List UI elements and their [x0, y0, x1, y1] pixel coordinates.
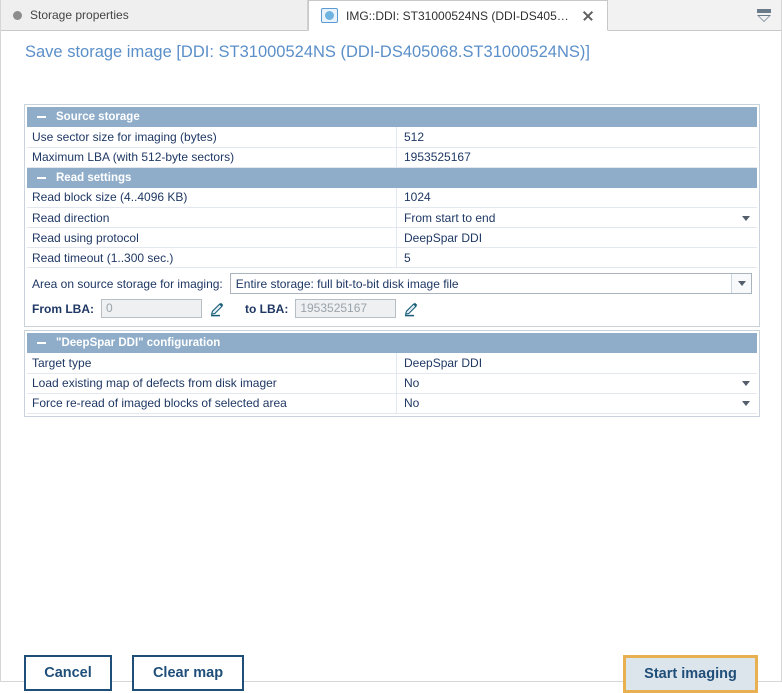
bullet-icon: [13, 10, 22, 20]
page-content: Save storage image [DDI: ST31000524NS (D…: [1, 31, 781, 693]
tab-bar: Storage properties IMG::DDI: ST31000524N…: [1, 0, 781, 31]
lba-range-row: From LBA: 0 to LBA: 1953525167: [27, 296, 757, 324]
row-value[interactable]: 1024: [396, 187, 757, 208]
row-value[interactable]: From start to end: [396, 207, 757, 228]
area-combobox-button[interactable]: [731, 274, 751, 293]
section-title: Source storage: [56, 111, 140, 123]
tab-label: Storage properties: [30, 8, 129, 22]
table-row[interactable]: Target type DeepSpar DDI: [27, 353, 757, 374]
row-label: Target type: [27, 353, 397, 374]
section-title: "DeepSpar DDI" configuration: [56, 337, 221, 349]
settings-panel: Source storage Use sector size for imagi…: [24, 104, 760, 327]
tab-menu-bar: [757, 8, 771, 13]
area-caption: Area on source storage for imaging:: [32, 276, 223, 291]
table-row[interactable]: Force re-read of imaged blocks of select…: [27, 393, 757, 414]
row-label: Force re-read of imaged blocks of select…: [27, 393, 397, 414]
table-row[interactable]: Maximum LBA (with 512-byte sectors) 1953…: [27, 147, 757, 168]
row-value[interactable]: DeepSpar DDI: [396, 227, 757, 248]
row-value-text: DeepSpar DDI: [404, 355, 483, 370]
row-label: Use sector size for imaging (bytes): [27, 127, 397, 148]
chevron-down-icon: [757, 14, 771, 22]
table-row[interactable]: Load existing map of defects from disk i…: [27, 373, 757, 394]
collapse-minus-icon: [37, 176, 46, 179]
from-lba-input[interactable]: 0: [101, 299, 202, 318]
chevron-down-icon[interactable]: [742, 401, 750, 406]
row-value[interactable]: 512: [396, 127, 757, 148]
section-header-ddi-configuration[interactable]: "DeepSpar DDI" configuration: [27, 333, 757, 353]
table-row[interactable]: Read timeout (1..300 sec.) 5: [27, 247, 757, 268]
row-value-text: 1024: [404, 190, 431, 205]
row-label: Read using protocol: [27, 227, 397, 248]
collapse-minus-icon: [37, 342, 46, 344]
chevron-down-icon: [737, 281, 746, 286]
source-storage-grid: Use sector size for imaging (bytes) 512 …: [27, 127, 757, 168]
row-label: Load existing map of defects from disk i…: [27, 373, 397, 394]
pencil-icon[interactable]: [209, 300, 226, 317]
chevron-down-icon[interactable]: [742, 215, 750, 221]
row-value-text: 512: [404, 129, 425, 144]
row-value-text: No: [404, 396, 420, 410]
chevron-down-icon[interactable]: [742, 381, 750, 386]
cancel-button[interactable]: Cancel: [24, 655, 112, 691]
area-combobox-value: Entire storage: full bit-to-bit disk ima…: [235, 276, 459, 291]
from-lba-label: From LBA:: [32, 301, 94, 316]
row-value[interactable]: 1953525167: [396, 147, 757, 168]
row-value[interactable]: No: [396, 393, 757, 414]
row-label: Read block size (4..4096 KB): [27, 187, 397, 208]
tab-storage-properties[interactable]: Storage properties: [1, 0, 308, 30]
table-row[interactable]: Use sector size for imaging (bytes) 512: [27, 127, 757, 148]
tab-label: IMG::DDI: ST31000524NS (DDI-DS405068.ST3…: [346, 8, 573, 23]
disk-icon: [321, 8, 338, 23]
section-header-read-settings[interactable]: Read settings: [27, 167, 757, 188]
row-value-text: 1953525167: [404, 150, 471, 164]
row-value-text: 5: [404, 250, 411, 265]
start-imaging-button[interactable]: Start imaging: [623, 655, 758, 693]
tab-list-dropdown-icon[interactable]: [753, 4, 775, 26]
pencil-icon[interactable]: [403, 300, 420, 317]
row-value-text: From start to end: [404, 210, 496, 225]
page-title: Save storage image [DDI: ST31000524NS (D…: [25, 43, 590, 61]
row-label: Read direction: [27, 207, 397, 228]
collapse-minus-icon: [37, 116, 46, 118]
table-row[interactable]: Read using protocol DeepSpar DDI: [27, 227, 757, 248]
ddi-configuration-panel: "DeepSpar DDI" configuration Target type…: [24, 330, 760, 417]
close-icon[interactable]: [581, 9, 595, 23]
ddi-configuration-grid: Target type DeepSpar DDI Load existing m…: [27, 353, 757, 414]
area-selection-row: Area on source storage for imaging: Enti…: [27, 268, 757, 296]
section-header-source-storage[interactable]: Source storage: [27, 107, 757, 127]
table-row[interactable]: Read direction From start to end: [27, 207, 757, 228]
row-value-text: No: [404, 376, 420, 390]
section-title: Read settings: [56, 171, 132, 184]
row-value[interactable]: 5: [396, 247, 757, 268]
table-row[interactable]: Read block size (4..4096 KB) 1024: [27, 187, 757, 208]
area-combobox[interactable]: Entire storage: full bit-to-bit disk ima…: [229, 273, 752, 294]
row-label: Read timeout (1..300 sec.): [27, 247, 397, 268]
row-value[interactable]: DeepSpar DDI: [396, 353, 757, 374]
to-lba-input[interactable]: 1953525167: [295, 299, 397, 318]
row-label: Maximum LBA (with 512-byte sectors): [27, 147, 397, 168]
tab-img-ddi[interactable]: IMG::DDI: ST31000524NS (DDI-DS405068.ST3…: [308, 0, 608, 31]
to-lba-label: to LBA:: [245, 301, 289, 316]
application-window: Storage properties IMG::DDI: ST31000524N…: [0, 0, 782, 693]
read-settings-grid: Read block size (4..4096 KB) 1024 Read d…: [27, 187, 757, 268]
row-value[interactable]: No: [396, 373, 757, 394]
row-value-text: DeepSpar DDI: [404, 230, 483, 245]
clear-map-button[interactable]: Clear map: [132, 655, 244, 691]
